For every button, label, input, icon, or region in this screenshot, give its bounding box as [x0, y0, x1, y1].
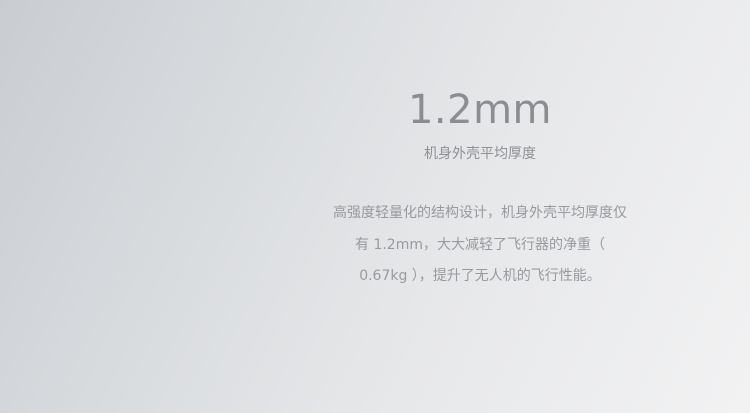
feature-panel: 1.2mm 机身外壳平均厚度 高强度轻量化的结构设计，机身外壳平均厚度仅有 1.…: [0, 0, 750, 413]
feature-description: 高强度轻量化的结构设计，机身外壳平均厚度仅有 1.2mm，大大减轻了飞行器的净重…: [333, 205, 627, 284]
metric-label: 机身外壳平均厚度: [424, 146, 536, 162]
thickness-metric: 1.2mm: [407, 87, 553, 133]
